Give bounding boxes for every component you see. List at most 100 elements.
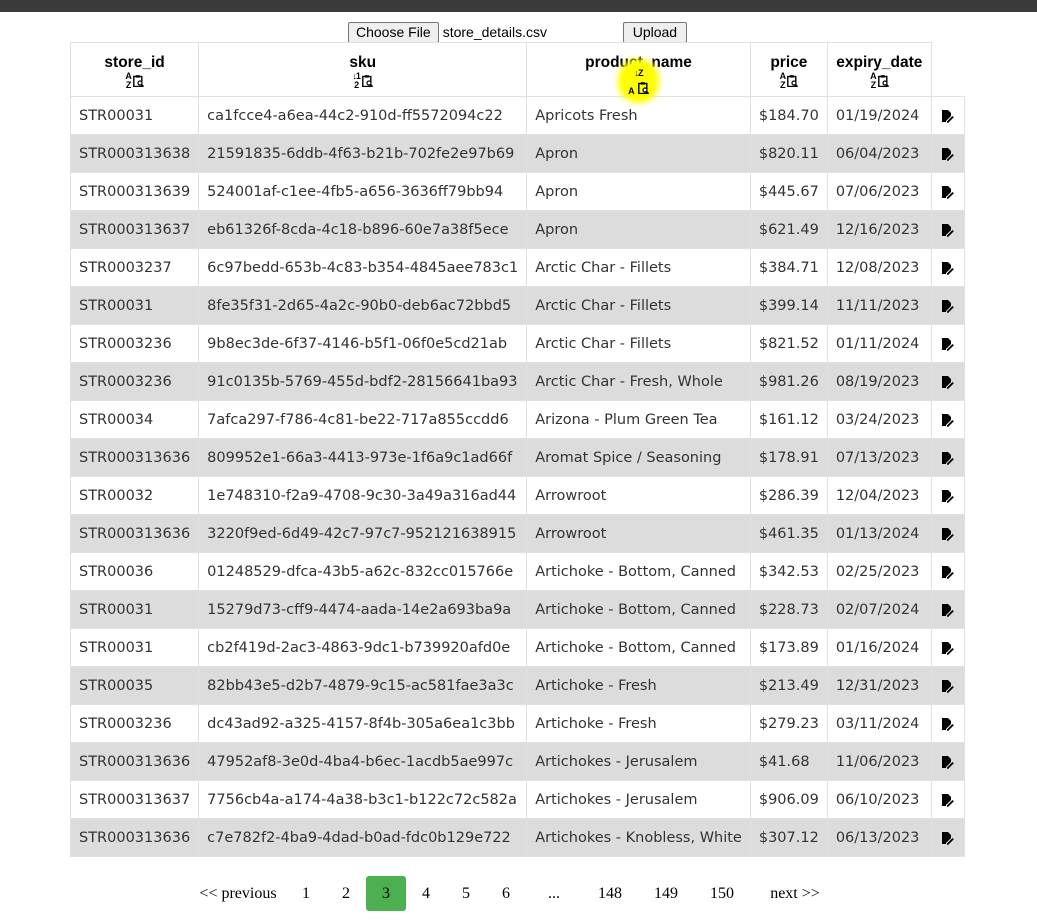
edit-icon[interactable] [941, 717, 955, 731]
page-link[interactable]: 6 [486, 876, 526, 911]
edit-cell[interactable] [930, 438, 965, 477]
cell-store-id: STR000313636 [69, 514, 200, 553]
edit-cell[interactable] [930, 552, 965, 591]
cell-store-id: STR000313637 [69, 210, 200, 249]
edit-icon[interactable] [941, 413, 955, 427]
cell-sku: 524001af-c1ee-4fb5-a656-3636ff79bb94 [198, 172, 528, 211]
edit-cell[interactable] [930, 286, 965, 325]
edit-icon[interactable] [941, 603, 955, 617]
store-details-table: store_id AZ sku ↓12 product_name ↓ZA [69, 42, 965, 857]
cell-sku: 9b8ec3de-6f37-4146-b5f1-06f0e5cd21ab [198, 324, 528, 363]
az-sort-icon[interactable]: AZ [125, 72, 131, 90]
cell-price: $399.14 [749, 286, 828, 325]
cell-product-name: Artichoke - Bottom, Canned [526, 552, 751, 591]
page-link[interactable]: 4 [406, 876, 446, 911]
table-row: STR00031 15279d73-cff9-4474-aada-14e2a693… [69, 590, 965, 629]
cell-store-id: STR0003236 [69, 704, 200, 743]
page-link[interactable]: 1 [286, 876, 326, 911]
az-sort-icon[interactable]: AZ [780, 72, 786, 90]
edit-cell[interactable] [930, 514, 965, 553]
page-link[interactable]: 149 [638, 876, 694, 911]
column-header-sku: sku ↓1 2 [198, 42, 528, 97]
edit-icon[interactable] [941, 679, 955, 693]
cell-store-id: STR00036 [69, 552, 200, 591]
edit-cell[interactable] [930, 324, 965, 363]
edit-cell[interactable] [930, 742, 965, 781]
page-link[interactable]: 2 [326, 876, 366, 911]
edit-cell[interactable] [930, 628, 965, 667]
numeric-sort-icon[interactable]: ↓1 2 [352, 72, 360, 90]
edit-cell[interactable] [930, 400, 965, 439]
table-row: STR0003236 9b8ec3de-6f37-4146-b5f1-06f0e5… [69, 324, 965, 363]
edit-cell[interactable] [930, 780, 965, 819]
clipboard-search-icon[interactable] [787, 75, 799, 87]
cell-store-id: STR00031 [69, 590, 200, 629]
edit-cell[interactable] [930, 210, 965, 249]
cell-sku: c7e782f2-4ba9-4dad-b0ad-fdc0b129e722 [198, 818, 528, 857]
table-row: STR000313639 524001af-c1ee-4fb5-a656-3636… [69, 172, 965, 211]
cell-sku: 7756cb4a-a174-4a38-b3c1-b122c72c582a [198, 780, 528, 819]
page-link[interactable]: 148 [582, 876, 638, 911]
choose-file-button[interactable]: Choose File [348, 21, 439, 43]
edit-icon[interactable] [941, 489, 955, 503]
edit-icon[interactable] [941, 451, 955, 465]
page-ellipsis: ... [548, 884, 560, 902]
edit-icon[interactable] [941, 109, 955, 123]
cell-price: $621.49 [749, 210, 828, 249]
edit-icon[interactable] [941, 375, 955, 389]
selected-file-name: store_details.csv [442, 24, 547, 40]
upload-form: Choose File store_details.csv Upload [348, 21, 688, 43]
cell-expiry-date: 02/07/2024 [826, 590, 932, 629]
highlighted-sort-controls: ↓Z A [622, 63, 655, 99]
edit-icon[interactable] [941, 793, 955, 807]
clipboard-search-icon[interactable] [362, 75, 373, 87]
edit-icon[interactable] [941, 337, 955, 351]
edit-icon[interactable] [941, 185, 955, 199]
cell-expiry-date: 07/13/2023 [826, 438, 932, 477]
edit-icon[interactable] [941, 147, 955, 161]
current-page-button[interactable]: 3 [366, 876, 406, 911]
edit-cell[interactable] [930, 134, 965, 173]
column-header-actions [931, 43, 964, 97]
edit-cell[interactable] [930, 172, 965, 211]
column-header-store-id: store_id AZ [69, 42, 200, 97]
edit-icon[interactable] [941, 831, 955, 845]
clipboard-search-icon[interactable] [877, 75, 889, 87]
edit-icon[interactable] [941, 527, 955, 541]
cell-sku: 47952af8-3e0d-4ba4-b6ec-1acdb5ae997c [198, 742, 528, 781]
edit-icon[interactable] [941, 755, 955, 769]
edit-cell[interactable] [930, 704, 965, 743]
edit-cell[interactable] [930, 666, 965, 705]
table-body: STR00031 ca1fcce4-a6ea-44c2-910d-ff557209… [69, 96, 965, 857]
cell-price: $445.67 [749, 172, 828, 211]
edit-icon[interactable] [941, 261, 955, 275]
next-page-link[interactable]: next >> [750, 876, 840, 911]
edit-icon[interactable] [941, 641, 955, 655]
az-sort-icon[interactable]: AZ [870, 72, 876, 90]
table-row: STR0003236 dc43ad92-a325-4157-8f4b-305a6e… [69, 704, 965, 743]
edit-cell[interactable] [930, 96, 965, 135]
edit-icon[interactable] [941, 223, 955, 237]
edit-cell[interactable] [930, 476, 965, 515]
cell-expiry-date: 07/06/2023 [826, 172, 932, 211]
table-row: STR00035 82bb43e5-d2b7-4879-9c15-ac581fae… [69, 666, 965, 705]
cell-expiry-date: 01/16/2024 [826, 628, 932, 667]
page-link[interactable]: 5 [446, 876, 486, 911]
upload-button[interactable]: Upload [622, 21, 688, 43]
page-link[interactable]: 150 [694, 876, 750, 911]
cell-sku: 01248529-dfca-43b5-a62c-832cc015766e [198, 552, 528, 591]
clipboard-search-icon[interactable] [638, 82, 649, 94]
cell-sku: eb61326f-8cda-4c18-b896-60e7a38f5ece [198, 210, 528, 249]
cell-expiry-date: 12/31/2023 [826, 666, 932, 705]
cell-store-id: STR00031 [69, 286, 200, 325]
previous-page-link[interactable]: << previous [190, 876, 286, 911]
cell-store-id: STR00031 [69, 628, 200, 667]
cell-expiry-date: 06/10/2023 [826, 780, 932, 819]
edit-icon[interactable] [941, 299, 955, 313]
clipboard-search-icon[interactable] [132, 75, 144, 87]
edit-cell[interactable] [930, 818, 965, 857]
edit-cell[interactable] [930, 590, 965, 629]
edit-icon[interactable] [941, 565, 955, 579]
edit-cell[interactable] [930, 362, 965, 401]
edit-cell[interactable] [930, 248, 965, 287]
